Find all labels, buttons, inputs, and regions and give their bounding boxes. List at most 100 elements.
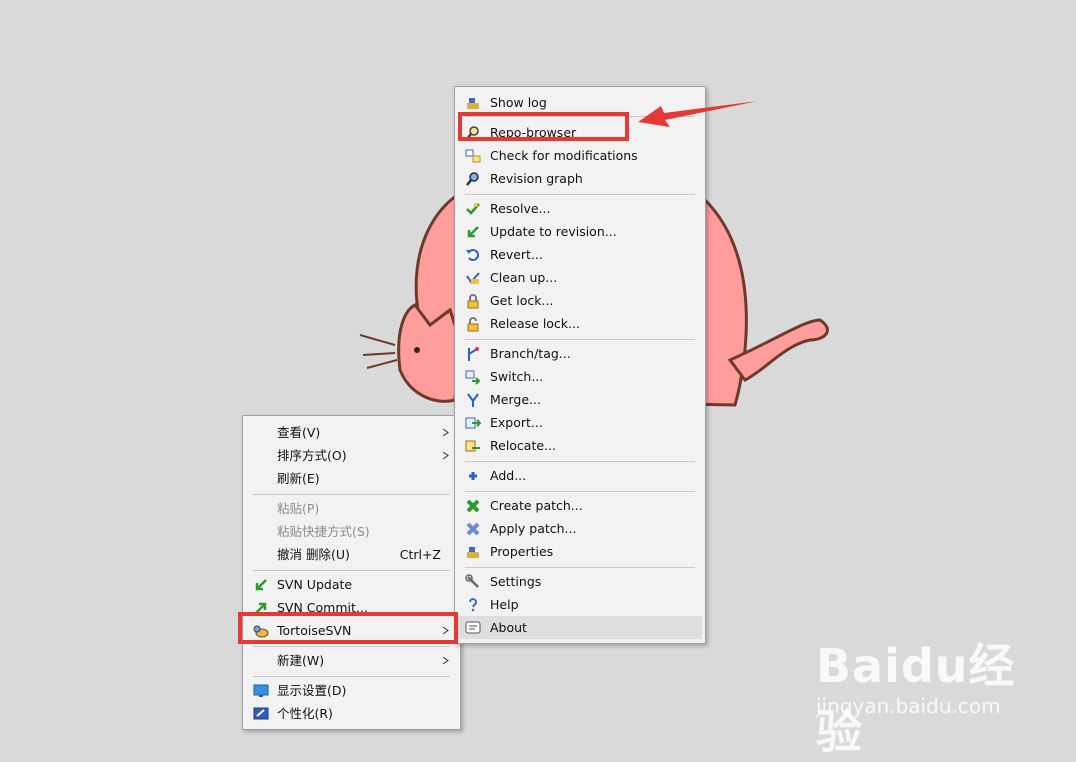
- highlight-box-tortoisesvn: [238, 612, 458, 644]
- menu-item-merge[interactable]: Merge...: [458, 388, 702, 411]
- menu-item-label: 新建(W): [277, 653, 325, 668]
- menu-item-label: Settings: [490, 574, 542, 589]
- svn-update-icon: [255, 579, 267, 591]
- menu-item-label: 查看(V): [277, 425, 321, 440]
- menu-item-revision-graph[interactable]: Revision graph: [458, 167, 702, 190]
- menu-item-label: 排序方式(O): [277, 448, 347, 463]
- menu-separator: [465, 339, 695, 340]
- add-icon: [469, 472, 477, 480]
- release-lock-icon: [467, 317, 479, 332]
- menu-item-resolve[interactable]: Resolve...: [458, 197, 702, 220]
- menu-item-label: Relocate...: [490, 438, 556, 453]
- cleanup-icon: [466, 272, 480, 284]
- update-revision-icon: [467, 226, 479, 238]
- menu-item-label: Clean up...: [490, 270, 558, 285]
- menu-item-about[interactable]: About: [458, 616, 702, 639]
- menu-item-label: 刷新(E): [277, 471, 320, 486]
- menu-item-release-lock[interactable]: Release lock...: [458, 312, 702, 335]
- menu-item-clean-up[interactable]: Clean up...: [458, 266, 702, 289]
- export-icon: [465, 417, 481, 429]
- branch-tag-icon: [468, 347, 479, 361]
- chevron-right-icon: [442, 657, 449, 664]
- menu-item-label: Check for modifications: [490, 148, 638, 163]
- menu-separator: [465, 567, 695, 568]
- highlight-box-repo-browser: [458, 112, 629, 141]
- menu-item-label: 粘贴(P): [277, 501, 320, 516]
- display-settings-icon: [253, 684, 269, 697]
- menu-item-settings[interactable]: Settings: [458, 570, 702, 593]
- menu-item-label: Merge...: [490, 392, 541, 407]
- show-log-icon: [467, 98, 479, 109]
- menu-item-paste[interactable]: 粘贴(P): [246, 497, 457, 520]
- menu-item-label: Export...: [490, 415, 543, 430]
- menu-item-revert[interactable]: Revert...: [458, 243, 702, 266]
- check-modifications-icon: [465, 149, 481, 163]
- menu-item-properties[interactable]: Properties: [458, 540, 702, 563]
- menu-item-get-lock[interactable]: Get lock...: [458, 289, 702, 312]
- apply-patch-icon: [466, 522, 480, 536]
- menu-item-label: SVN Update: [277, 577, 353, 592]
- properties-icon: [467, 547, 479, 558]
- chevron-right-icon: [442, 429, 449, 436]
- menu-item-new[interactable]: 新建(W): [246, 649, 457, 672]
- menu-item-label: Switch...: [490, 369, 544, 384]
- menu-item-label: Add...: [490, 468, 527, 483]
- menu-item-label: Release lock...: [490, 316, 580, 331]
- menu-separator: [253, 676, 450, 677]
- menu-item-apply-patch[interactable]: Apply patch...: [458, 517, 702, 540]
- menu-item-label: Branch/tag...: [490, 346, 571, 361]
- baidu-watermark: Baidu经验 jingyan.baidu.com: [816, 630, 1046, 759]
- menu-separator: [253, 646, 450, 647]
- menu-separator: [253, 570, 450, 571]
- watermark-url: jingyan.baidu.com: [816, 694, 1001, 718]
- menu-item-svn-update[interactable]: SVN Update: [246, 573, 457, 596]
- desktop-context-menu: 查看(V) 排序方式(O) 刷新(E) 粘贴(P) 粘贴快捷方式(S) 撤消 删…: [242, 415, 461, 730]
- menu-item-label: 撤消 删除(U): [277, 547, 350, 562]
- menu-item-export[interactable]: Export...: [458, 411, 702, 434]
- menu-separator: [465, 194, 695, 195]
- menu-item-personalize[interactable]: 个性化(R): [246, 702, 457, 725]
- menu-item-display-settings[interactable]: 显示设置(D): [246, 679, 457, 702]
- menu-item-label: Revision graph: [490, 171, 583, 186]
- menu-item-switch[interactable]: Switch...: [458, 365, 702, 388]
- revision-graph-icon: [466, 172, 479, 186]
- menu-item-undo-delete[interactable]: 撤消 删除(U) Ctrl+Z: [246, 543, 457, 566]
- menu-separator: [465, 461, 695, 462]
- settings-icon: [465, 574, 479, 588]
- revert-icon: [466, 249, 479, 261]
- menu-item-paste-shortcut[interactable]: 粘贴快捷方式(S): [246, 520, 457, 543]
- tortoisesvn-submenu: Show log Repo-browser Check for modifica…: [454, 86, 706, 644]
- personalize-icon: [253, 707, 269, 720]
- menu-item-check-modifications[interactable]: Check for modifications: [458, 144, 702, 167]
- menu-item-relocate[interactable]: Relocate...: [458, 434, 702, 457]
- menu-item-label: 显示设置(D): [277, 683, 347, 698]
- help-icon: [469, 598, 477, 612]
- switch-icon: [465, 370, 481, 385]
- relocate-icon: [465, 440, 480, 452]
- resolve-icon: [466, 203, 480, 215]
- menu-item-label: About: [490, 620, 527, 635]
- menu-item-label: Resolve...: [490, 201, 551, 216]
- menu-item-label: Show log: [490, 95, 547, 110]
- menu-item-label: Revert...: [490, 247, 543, 262]
- menu-item-label: 个性化(R): [277, 706, 333, 721]
- menu-item-view[interactable]: 查看(V): [246, 421, 457, 444]
- menu-item-label: 粘贴快捷方式(S): [277, 524, 370, 539]
- about-icon: [465, 621, 481, 634]
- get-lock-icon: [467, 294, 479, 309]
- chevron-right-icon: [442, 452, 449, 459]
- menu-item-branch-tag[interactable]: Branch/tag...: [458, 342, 702, 365]
- create-patch-icon: [466, 499, 480, 513]
- menu-item-label: Update to revision...: [490, 224, 617, 239]
- menu-item-label: Create patch...: [490, 498, 583, 513]
- menu-item-update-to-revision[interactable]: Update to revision...: [458, 220, 702, 243]
- menu-item-add[interactable]: Add...: [458, 464, 702, 487]
- menu-item-label: Get lock...: [490, 293, 554, 308]
- menu-item-label: Properties: [490, 544, 554, 559]
- menu-item-create-patch[interactable]: Create patch...: [458, 494, 702, 517]
- menu-item-label: Apply patch...: [490, 521, 577, 536]
- menu-item-refresh[interactable]: 刷新(E): [246, 467, 457, 490]
- menu-item-help[interactable]: Help: [458, 593, 702, 616]
- merge-icon: [467, 393, 479, 407]
- menu-item-sort-by[interactable]: 排序方式(O): [246, 444, 457, 467]
